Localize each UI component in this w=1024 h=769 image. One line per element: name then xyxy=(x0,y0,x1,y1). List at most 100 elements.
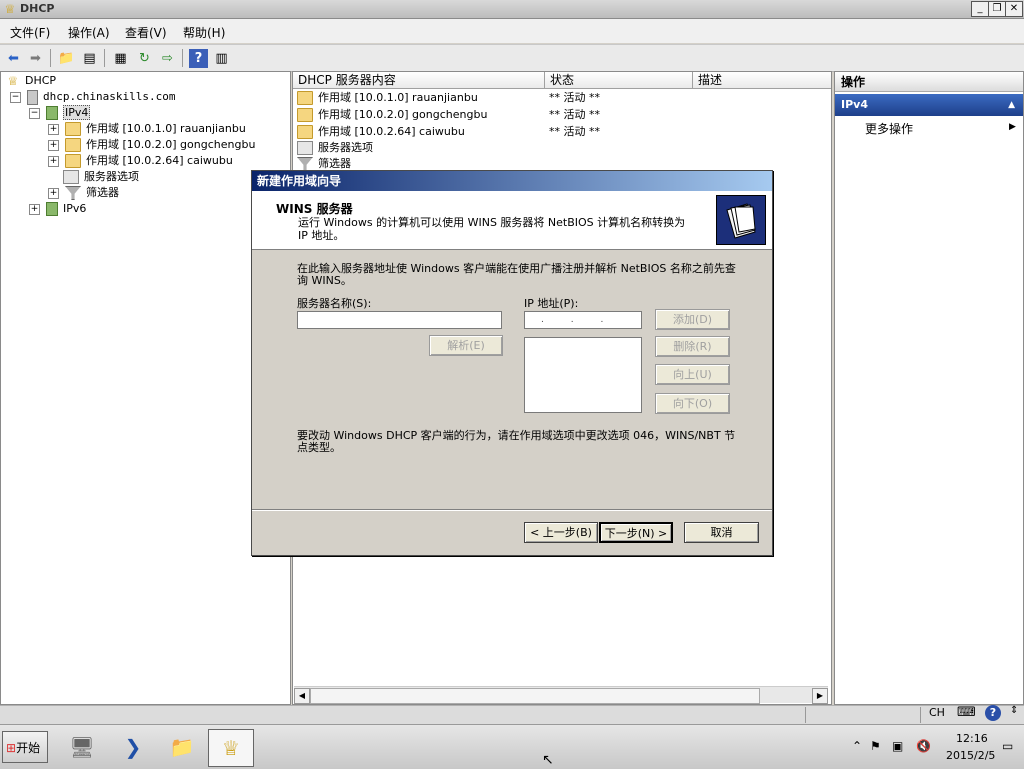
move-up-button[interactable]: 向上(U) xyxy=(655,364,730,385)
clock-date[interactable]: 2015/2/5 xyxy=(946,749,995,762)
collapse-toggle[interactable]: − xyxy=(29,107,40,119)
expand-toggle[interactable]: + xyxy=(29,203,40,215)
chevron-right-icon: ▶ xyxy=(1009,122,1016,132)
action-pane-header: 操作 xyxy=(835,72,1023,92)
chevron-up-icon[interactable]: ▲ xyxy=(1008,94,1015,116)
windows-logo-icon: ⊞ xyxy=(6,741,17,755)
more-actions-item[interactable]: 更多操作 xyxy=(865,120,913,137)
tree-item-dhcp[interactable]: ♕ DHCP xyxy=(6,73,56,89)
dialog-footer-divider xyxy=(252,509,772,510)
list-item[interactable]: 作用域 [10.0.1.0] rauanjianbu xyxy=(297,90,478,106)
tree-item-ipv6[interactable]: + IPv6 xyxy=(29,201,86,217)
language-options-icon[interactable]: ⇕ xyxy=(1010,705,1018,716)
network-icon[interactable]: ▣ xyxy=(892,739,903,753)
column-header-name[interactable]: DHCP 服务器内容 xyxy=(293,72,545,89)
tree-item-server[interactable]: − dhcp.chinaskills.com xyxy=(10,89,175,105)
folder-icon xyxy=(297,91,313,105)
dialog-header: WINS 服务器 运行 Windows 的计算机可以使用 WINS 服务器将 N… xyxy=(252,191,772,250)
help-icon[interactable]: ? xyxy=(189,49,208,68)
next-button[interactable]: 下一步(N) > xyxy=(599,522,673,543)
list-item[interactable]: 作用域 [10.0.2.64] caiwubu xyxy=(297,124,465,140)
dialog-intro-text: 在此输入服务器地址使 Windows 客户端能在使用广播注册并解析 NetBIO… xyxy=(297,262,736,287)
start-button[interactable]: ⊞开始 xyxy=(2,731,48,763)
list-item[interactable]: 服务器选项 xyxy=(297,140,373,156)
show-hidden-icons-icon[interactable]: ⌃ xyxy=(852,739,862,753)
dhcp-icon: ♕ xyxy=(7,74,19,88)
properties-icon[interactable]: ▦ xyxy=(111,49,130,68)
server-name-input[interactable] xyxy=(297,311,502,329)
toolbar: ⬅ ➡ 📁 ▤ ▦ ↻ ⇨ ? ▥ xyxy=(0,44,1024,72)
keyboard-icon[interactable]: ⌨ xyxy=(957,705,976,721)
new-scope-wizard-dialog: 新建作用域向导 WINS 服务器 运行 Windows 的计算机可以使用 WIN… xyxy=(251,170,773,556)
tree-item-ipv4[interactable]: − IPv4 xyxy=(29,105,91,121)
horizontal-scrollbar[interactable]: ◀ ▶ xyxy=(294,686,828,704)
collapse-toggle[interactable]: − xyxy=(10,91,21,103)
tree-item-scope[interactable]: + 作用域 [10.0.2.0] gongchengbu xyxy=(48,137,255,153)
action-center-flag-icon[interactable]: ⚑ xyxy=(870,739,881,753)
expand-toggle[interactable]: + xyxy=(48,139,59,151)
tree-item-scope[interactable]: + 作用域 [10.0.1.0] rauanjianbu xyxy=(48,121,246,137)
ip-address-label: IP 地址(P): xyxy=(524,297,579,310)
menu-action[interactable]: 操作(A) xyxy=(68,24,110,41)
toolbar-separator xyxy=(104,49,105,67)
powershell-icon[interactable]: ❯ xyxy=(111,729,155,765)
file-explorer-icon[interactable]: 📁 xyxy=(160,729,204,765)
language-indicator[interactable]: CH xyxy=(929,706,945,719)
ipv6-icon xyxy=(46,202,58,216)
console-tree: ♕ DHCP − dhcp.chinaskills.com − IPv4 + 作用域 [… xyxy=(0,71,291,705)
cancel-button[interactable]: 取消 xyxy=(684,522,759,543)
folder-icon xyxy=(65,138,81,152)
action-section-ipv4[interactable]: IPv4 ▲ xyxy=(835,94,1023,116)
expand-toggle[interactable]: + xyxy=(48,187,59,199)
tree-item-scope[interactable]: + 作用域 [10.0.2.64] caiwubu xyxy=(48,153,233,169)
volume-muted-icon[interactable]: 🔇 xyxy=(916,739,931,753)
back-arrow-icon[interactable]: ⬅ xyxy=(4,49,23,68)
up-folder-icon[interactable]: 📁 xyxy=(57,49,76,68)
filter-icon xyxy=(297,157,313,171)
help-circle-icon[interactable]: ? xyxy=(985,705,1001,721)
menu-help[interactable]: 帮助(H) xyxy=(183,24,225,41)
tree-item-filters[interactable]: + 筛选器 xyxy=(48,185,119,201)
back-button[interactable]: < 上一步(B) xyxy=(524,522,598,543)
export-list-icon[interactable]: ⇨ xyxy=(158,49,177,68)
minimize-button[interactable]: _ xyxy=(971,1,989,17)
wins-server-list[interactable] xyxy=(524,337,642,413)
folder-icon xyxy=(297,125,313,139)
mouse-pointer-icon: ↖ xyxy=(542,752,554,768)
server-options-icon xyxy=(297,141,313,155)
server-manager-icon[interactable]: 🖥 xyxy=(60,729,104,765)
show-hide-tree-icon[interactable]: ▤ xyxy=(80,49,99,68)
dialog-title: 新建作用域向导 xyxy=(252,171,772,191)
resolve-button[interactable]: 解析(E) xyxy=(429,335,503,356)
dialog-note-text: 要改动 Windows DHCP 客户端的行为，请在作用域选项中更改选项 046… xyxy=(297,429,736,454)
scroll-thumb[interactable] xyxy=(310,688,760,704)
clock-time[interactable]: 12:16 xyxy=(956,732,988,745)
scroll-left-icon[interactable]: ◀ xyxy=(294,688,310,704)
status-divider xyxy=(805,707,806,723)
forward-arrow-icon[interactable]: ➡ xyxy=(26,49,45,68)
dhcp-app-icon: ♕ xyxy=(4,2,16,16)
remove-button[interactable]: 删除(R) xyxy=(655,336,730,357)
menu-file[interactable]: 文件(F) xyxy=(10,24,50,41)
expand-toggle[interactable]: + xyxy=(48,155,59,167)
column-header-status[interactable]: 状态 xyxy=(545,72,693,89)
move-down-button[interactable]: 向下(O) xyxy=(655,393,730,414)
tree-item-server-options[interactable]: 服务器选项 xyxy=(63,169,139,185)
folder-icon xyxy=(297,108,313,122)
menu-view[interactable]: 查看(V) xyxy=(125,24,167,41)
column-header-description[interactable]: 描述 xyxy=(693,72,831,89)
server-options-icon xyxy=(63,170,79,184)
refresh-icon[interactable]: ↻ xyxy=(135,49,154,68)
dialog-header-subtitle: 运行 Windows 的计算机可以使用 WINS 服务器将 NetBIOS 计算… xyxy=(298,216,686,242)
scroll-right-icon[interactable]: ▶ xyxy=(812,688,828,704)
restore-button[interactable]: ❐ xyxy=(988,1,1006,17)
ip-address-input[interactable]: . . . xyxy=(524,311,642,329)
close-button[interactable]: ✕ xyxy=(1005,1,1023,17)
action-pane: 操作 IPv4 ▲ 更多操作 ▶ xyxy=(834,71,1024,705)
action-pane-icon[interactable]: ▥ xyxy=(212,49,231,68)
add-button[interactable]: 添加(D) xyxy=(655,309,730,330)
list-item[interactable]: 作用域 [10.0.2.0] gongchengbu xyxy=(297,107,487,123)
expand-toggle[interactable]: + xyxy=(48,123,59,135)
show-desktop-icon[interactable]: ▭ xyxy=(1002,739,1013,753)
dhcp-task-icon[interactable]: ♕ xyxy=(208,729,254,767)
